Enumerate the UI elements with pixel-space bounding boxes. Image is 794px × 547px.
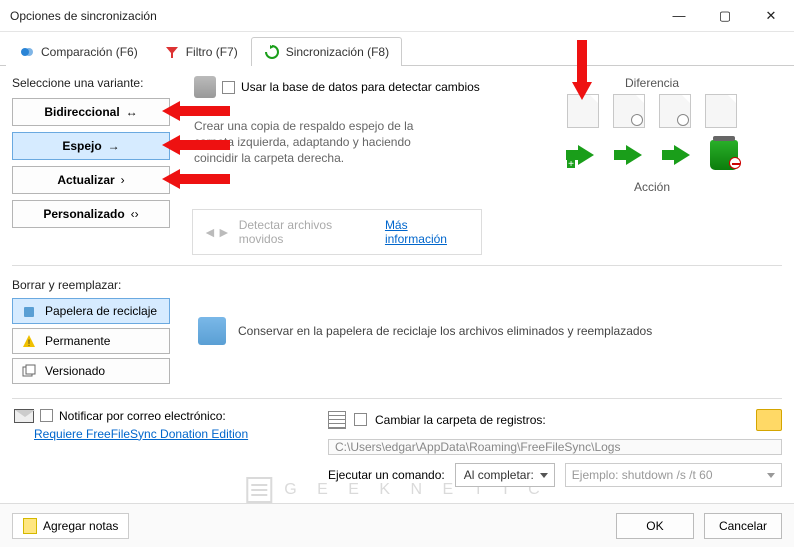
maximize-button[interactable]: ▢: [702, 0, 748, 32]
execute-placeholder: Ejemplo: shutdown /s /t 60: [572, 468, 713, 482]
diff-left-newer-icon: [613, 94, 645, 128]
execute-when-dropdown[interactable]: Al completar:: [455, 463, 555, 487]
difference-icons: [567, 94, 737, 128]
action-update-right-icon[interactable]: [611, 138, 645, 172]
tab-bar: Comparación (F6) Filtro (F7) Sincronizac…: [0, 32, 794, 66]
database-row: Usar la base de datos para detectar camb…: [194, 76, 510, 98]
bidirectional-icon: ↔: [126, 105, 138, 119]
difference-label: Diferencia: [625, 76, 679, 90]
compare-icon: [19, 44, 35, 60]
database-checkbox[interactable]: [222, 81, 235, 94]
warning-icon: !: [21, 333, 37, 349]
notes-icon: [23, 518, 37, 534]
action-label: Acción: [634, 180, 670, 194]
delete-versioning-label: Versionado: [45, 364, 105, 378]
variant-mirror[interactable]: Espejo →: [12, 132, 170, 160]
tab-compare[interactable]: Comparación (F6): [6, 37, 151, 66]
action-create-right-icon[interactable]: +: [563, 138, 597, 172]
logs-label: Cambiar la carpeta de registros:: [375, 413, 546, 427]
cancel-button[interactable]: Cancelar: [704, 513, 782, 539]
ok-button[interactable]: OK: [616, 513, 694, 539]
add-notes-button[interactable]: Agregar notas: [12, 513, 129, 539]
versioning-icon: [21, 363, 37, 379]
recycle-bin-icon: [21, 303, 37, 319]
filter-icon: [164, 44, 180, 60]
tab-filter[interactable]: Filtro (F7): [151, 37, 251, 66]
email-checkbox[interactable]: [40, 409, 53, 422]
variants-label: Seleccione una variante:: [12, 76, 182, 90]
delete-description: Conservar en la papelera de reciclaje lo…: [238, 324, 652, 338]
variant-update[interactable]: Actualizar ›: [12, 166, 170, 194]
update-icon: ›: [121, 173, 125, 187]
execute-when-value: Al completar:: [464, 468, 534, 482]
browse-folder-button[interactable]: [756, 409, 782, 431]
execute-command-input[interactable]: Ejemplo: shutdown /s /t 60: [565, 463, 782, 487]
log-list-icon: [328, 411, 346, 429]
action-delete-right-icon[interactable]: [707, 138, 741, 172]
svg-text:+: +: [568, 159, 574, 169]
diff-right-newer-icon: [659, 94, 691, 128]
delete-label: Borrar y reemplazar:: [12, 278, 182, 292]
close-button[interactable]: ✕: [748, 0, 794, 32]
donation-link[interactable]: Requiere FreeFileSync Donation Edition: [34, 427, 312, 441]
delete-description-row: Conservar en la papelera de reciclaje lo…: [198, 278, 652, 384]
variant-custom-label: Personalizado: [43, 207, 124, 221]
diff-left-only-icon: [567, 94, 599, 128]
delete-permanent-button[interactable]: ! Permanente: [12, 328, 170, 354]
execute-label: Ejecutar un comando:: [328, 468, 445, 482]
window-title: Opciones de sincronización: [10, 9, 157, 23]
variant-mirror-label: Espejo: [62, 139, 101, 153]
tab-sync[interactable]: Sincronización (F8): [251, 37, 402, 66]
delete-recycle-label: Papelera de reciclaje: [45, 304, 157, 318]
recycle-bin-large-icon: [198, 317, 226, 345]
variant-custom[interactable]: Personalizado ‹›: [12, 200, 170, 228]
action-icons: +: [563, 138, 741, 172]
svg-text:!: !: [28, 338, 31, 348]
footer: Agregar notas OK Cancelar: [0, 503, 794, 547]
sync-icon: [264, 44, 280, 60]
logs-checkbox[interactable]: [354, 413, 367, 426]
tab-filter-label: Filtro (F7): [186, 45, 238, 59]
tab-compare-label: Comparación (F6): [41, 45, 138, 59]
delete-recycle-button[interactable]: Papelera de reciclaje: [12, 298, 170, 324]
mirror-icon: →: [108, 139, 120, 153]
delete-permanent-label: Permanente: [45, 334, 110, 348]
detect-text: Detectar archivos movidos: [239, 218, 377, 246]
logs-path-input[interactable]: [328, 439, 782, 455]
variant-bidirectional[interactable]: Bidireccional ↔: [12, 98, 170, 126]
minimize-button[interactable]: —: [656, 0, 702, 32]
add-notes-label: Agregar notas: [43, 519, 118, 533]
diff-right-only-icon: [705, 94, 737, 128]
custom-icon: ‹›: [131, 207, 139, 221]
variant-bidirectional-label: Bidireccional: [44, 105, 119, 119]
email-label: Notificar por correo electrónico:: [59, 409, 226, 423]
tab-sync-label: Sincronización (F8): [286, 45, 389, 59]
variant-update-label: Actualizar: [57, 173, 114, 187]
envelope-icon: [14, 409, 34, 423]
detect-arrows-icon: ◄►: [203, 224, 231, 240]
detect-more-info-link[interactable]: Más información: [385, 218, 471, 246]
detect-moved-panel: ◄► Detectar archivos movidos Más informa…: [192, 209, 482, 255]
variant-description: Crear una copia de respaldo espejo de la…: [194, 118, 454, 167]
delete-versioning-button[interactable]: Versionado: [12, 358, 170, 384]
database-label: Usar la base de datos para detectar camb…: [241, 80, 480, 94]
titlebar: Opciones de sincronización — ▢ ✕: [0, 0, 794, 32]
window-controls: — ▢ ✕: [656, 0, 794, 32]
action-overwrite-right-icon[interactable]: [659, 138, 693, 172]
database-icon: [194, 76, 216, 98]
